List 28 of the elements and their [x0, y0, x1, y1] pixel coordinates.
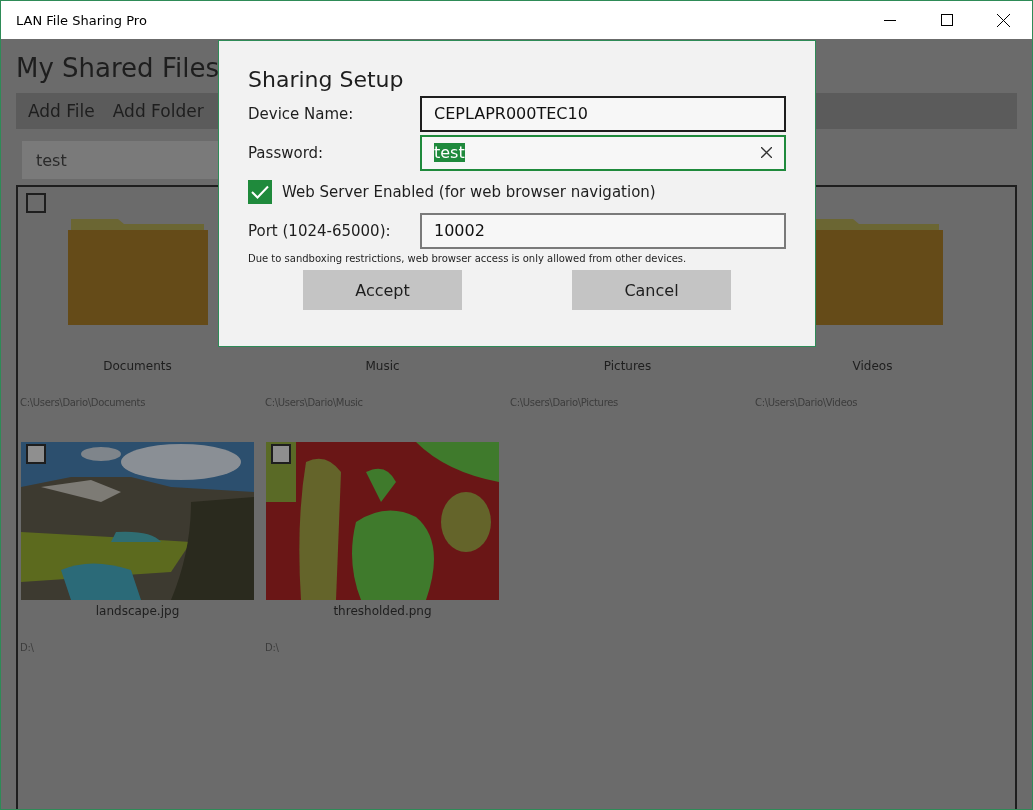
- dialog-button[interactable]: Accept: [303, 270, 462, 310]
- clear-icon[interactable]: [761, 147, 772, 158]
- checkbox[interactable]: [26, 193, 46, 213]
- input-field[interactable]: 10002: [420, 212, 786, 249]
- close-icon: [997, 13, 1010, 27]
- minimize-icon: [883, 19, 896, 21]
- dialog-title: Sharing Setup: [248, 67, 405, 92]
- file-name: landscape.jpg: [95, 604, 180, 618]
- checkbox[interactable]: [26, 444, 46, 464]
- folder-icon: [67, 219, 208, 325]
- page-title: My Shared Files: [16, 53, 219, 83]
- checkbox[interactable]: [248, 179, 272, 204]
- checkbox[interactable]: [271, 444, 291, 464]
- file-name: Music: [365, 359, 400, 373]
- password-field[interactable]: test: [420, 134, 786, 171]
- dialog-button[interactable]: Cancel: [572, 270, 731, 310]
- file-name: Pictures: [603, 359, 652, 373]
- maximize-icon: [940, 14, 953, 26]
- file-name: Videos: [852, 359, 893, 373]
- window-title: LAN File Sharing Pro: [16, 12, 148, 28]
- note-text: Due to sandboxing restrictions, web browser access is only allowed from other devices.: [248, 253, 688, 264]
- checkbox-label: Web Server Enabled (for web browser navigation): [282, 182, 656, 201]
- field-label: Password:: [248, 143, 325, 162]
- field-label: Port (1024-65000):: [248, 221, 392, 240]
- input-field[interactable]: CEPLAPR000TEC10: [420, 95, 786, 132]
- file-name: thresholded.png: [333, 604, 432, 618]
- file-name: Documents: [103, 359, 172, 373]
- field-label: Device Name:: [248, 104, 355, 123]
